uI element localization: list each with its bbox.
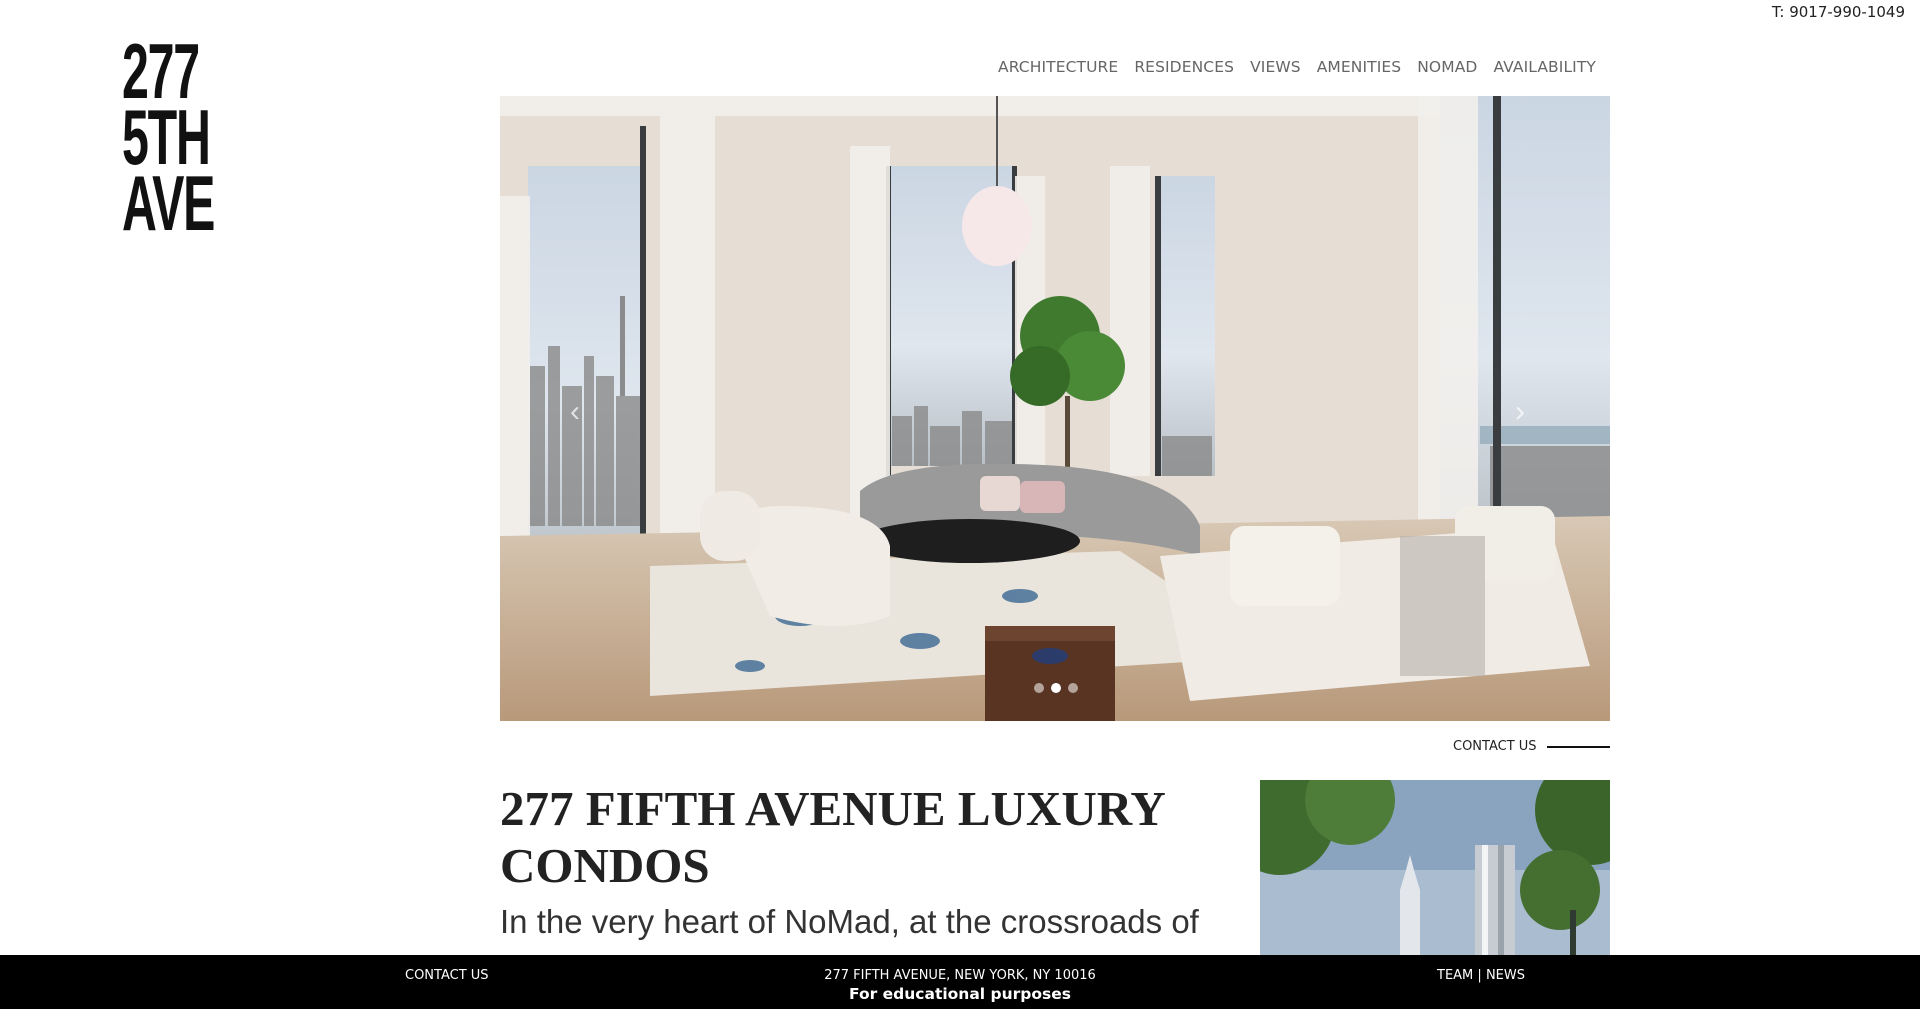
- nav-availability[interactable]: AVAILABILITY: [1493, 58, 1596, 76]
- nav-views[interactable]: VIEWS: [1250, 58, 1301, 76]
- nav-nomad[interactable]: NOMAD: [1417, 58, 1477, 76]
- carousel-indicators: [1034, 683, 1078, 693]
- nav-amenities[interactable]: AMENITIES: [1317, 58, 1402, 76]
- site-logo[interactable]: 277 5TH AVE: [122, 32, 215, 247]
- main-nav: ARCHITECTURE RESIDENCES VIEWS AMENITIES …: [998, 58, 1596, 76]
- chevron-right-icon[interactable]: ›: [1515, 395, 1525, 429]
- logo-line-3: AVE: [122, 159, 215, 247]
- footer-separator: |: [1477, 968, 1482, 983]
- educational-notice: For educational purposes: [849, 985, 1071, 1003]
- carousel-dot-1[interactable]: [1034, 683, 1044, 693]
- carousel-dot-3[interactable]: [1068, 683, 1078, 693]
- nav-residences[interactable]: RESIDENCES: [1134, 58, 1234, 76]
- living-room-illustration: [500, 96, 1610, 721]
- footer-address: 277 FIFTH AVENUE, NEW YORK, NY 10016: [824, 968, 1096, 983]
- contact-underline: [1547, 746, 1610, 748]
- carousel-dot-2[interactable]: [1051, 683, 1061, 693]
- hero-carousel-image[interactable]: [500, 96, 1610, 721]
- contact-us-link[interactable]: CONTACT US: [1453, 739, 1537, 754]
- footer-news-link[interactable]: NEWS: [1486, 968, 1525, 983]
- nav-architecture[interactable]: ARCHITECTURE: [998, 58, 1118, 76]
- footer-bar: CONTACT US 277 FIFTH AVENUE, NEW YORK, N…: [0, 955, 1920, 1009]
- building-exterior-illustration: [1260, 780, 1610, 955]
- footer-team-link[interactable]: TEAM: [1437, 968, 1473, 983]
- footer-links: TEAM | NEWS: [1437, 968, 1525, 983]
- page-title: 277 FIFTH AVENUE LUXURY CONDOS: [500, 781, 1164, 893]
- phone-number[interactable]: T: 9017-990-1049: [1772, 3, 1905, 21]
- chevron-left-icon[interactable]: ‹: [570, 395, 580, 429]
- intro-text: In the very heart of NoMad, at the cross…: [500, 903, 1199, 940]
- building-thumbnail[interactable]: [1260, 780, 1610, 955]
